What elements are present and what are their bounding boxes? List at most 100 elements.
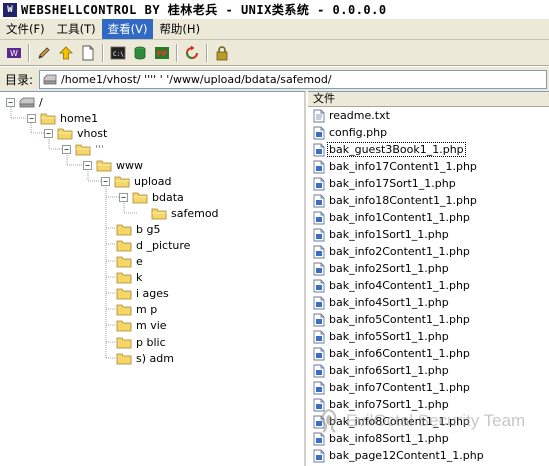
tree-node-folder[interactable]: − home1 xyxy=(27,110,98,126)
file-row[interactable]: config.php xyxy=(308,124,549,141)
up-button[interactable] xyxy=(55,42,77,64)
file-row[interactable]: readme.txt xyxy=(308,107,549,124)
file-row[interactable]: bak_info1Content1_1.php xyxy=(308,209,549,226)
menu-view[interactable]: 查看(V) xyxy=(101,19,154,39)
tree-node-folder[interactable]: d _picture xyxy=(116,237,190,253)
file-row[interactable]: bak_info7Sort1_1.php xyxy=(308,396,549,413)
tree-label: i ages xyxy=(136,286,169,300)
menu-bar: 文件(F) 工具(T) 查看(V) 帮助(H) xyxy=(0,19,549,40)
file-name: bak_info2Sort1_1.php xyxy=(329,262,449,275)
file-name: bak_info2Content1_1.php xyxy=(329,245,470,258)
tree-node-folder[interactable]: s) adm xyxy=(116,350,174,366)
logo-button[interactable]: W xyxy=(3,42,25,64)
tree-node-folder[interactable]: k xyxy=(116,269,142,285)
ftp-button[interactable]: FP xyxy=(151,42,173,64)
folder-icon xyxy=(116,304,132,315)
php-file-icon xyxy=(313,398,325,411)
file-row[interactable]: bak_info5Content1_1.php xyxy=(308,311,549,328)
collapse-toggle[interactable]: − xyxy=(101,176,110,186)
pencil-icon xyxy=(38,46,50,59)
php-file-icon xyxy=(313,330,325,343)
tree-node-folder[interactable]: − vhost xyxy=(44,125,107,141)
file-name: bak_info8Sort1_1.php xyxy=(329,432,449,445)
file-row[interactable]: bak_info6Content1_1.php xyxy=(308,345,549,362)
tree-node-folder[interactable]: − www xyxy=(83,157,143,173)
file-row[interactable]: bak_info7Content1_1.php xyxy=(308,379,549,396)
collapse-toggle[interactable]: − xyxy=(44,128,53,138)
folder-icon xyxy=(116,224,132,235)
file-row[interactable]: bak_info5Sort1_1.php xyxy=(308,328,549,345)
folder-tree[interactable]: − / − home1 − vhost − ''' − www − upload… xyxy=(0,91,306,466)
tree-node-folder-selected[interactable]: safemod xyxy=(151,205,219,221)
window-title: WEBSHELLCONTROL BY 桂林老兵 - UNIX类系统 - 0.0.… xyxy=(21,3,387,17)
menu-tools[interactable]: 工具(T) xyxy=(51,19,102,39)
file-row[interactable]: bak_info1Sort1_1.php xyxy=(308,226,549,243)
file-name: bak_info4Sort1_1.php xyxy=(329,296,449,309)
tree-node-folder[interactable]: m p xyxy=(116,301,157,317)
folder-icon xyxy=(116,240,132,251)
tree-node-folder[interactable]: e xyxy=(116,253,143,269)
collapse-toggle[interactable]: − xyxy=(62,144,71,154)
collapse-toggle[interactable]: − xyxy=(119,192,128,202)
tree-node-folder[interactable]: − ''' xyxy=(62,141,104,157)
collapse-toggle[interactable]: − xyxy=(27,113,36,123)
php-file-icon xyxy=(313,262,325,275)
folder-open-icon xyxy=(96,160,112,171)
file-name: bak_info7Sort1_1.php xyxy=(329,398,449,411)
collapse-toggle[interactable]: − xyxy=(6,97,15,107)
tree-node-folder[interactable]: − bdata xyxy=(119,189,184,205)
folder-open-icon xyxy=(151,208,167,219)
php-file-icon xyxy=(313,449,325,462)
cmd-button[interactable]: C:\ xyxy=(107,42,129,64)
tree-label: upload xyxy=(134,174,172,188)
toolbar-separator xyxy=(28,43,30,62)
tree-node-folder[interactable]: − upload xyxy=(101,173,171,189)
tree-label: e xyxy=(136,254,143,268)
php-file-icon xyxy=(313,313,325,326)
database-button[interactable] xyxy=(129,42,151,64)
lock-icon xyxy=(216,45,228,60)
menu-file[interactable]: 文件(F) xyxy=(0,19,51,39)
collapse-toggle[interactable]: − xyxy=(83,160,92,170)
edit-button[interactable] xyxy=(33,42,55,64)
new-file-button[interactable] xyxy=(77,42,99,64)
file-row[interactable]: bak_info6Sort1_1.php xyxy=(308,362,549,379)
file-row[interactable]: bak_info8Content1_1.php xyxy=(308,413,549,430)
file-row[interactable]: bak_guest3Book1_1.php xyxy=(308,141,549,158)
tree-connector-lines xyxy=(10,107,138,359)
toolbar: W C:\ FP xyxy=(0,40,549,66)
file-name: bak_info5Sort1_1.php xyxy=(329,330,449,343)
refresh-button[interactable] xyxy=(181,42,203,64)
file-row[interactable]: bak_info4Sort1_1.php xyxy=(308,294,549,311)
file-name: bak_info18Content1_1.php xyxy=(329,194,477,207)
file-rows: readme.txt config.php bak_guest3Book1_1.ph… xyxy=(308,107,549,464)
svg-text:FP: FP xyxy=(157,50,167,58)
column-header-file[interactable]: 文件 xyxy=(308,92,549,107)
title-bar: W WEBSHELLCONTROL BY 桂林老兵 - UNIX类系统 - 0.… xyxy=(0,0,549,19)
file-name: bak_info17Content1_1.php xyxy=(329,160,477,173)
file-row[interactable]: bak_page12Content1_1.php xyxy=(308,447,549,464)
file-row[interactable]: bak_info4Content1_1.php xyxy=(308,277,549,294)
tree-node-folder[interactable]: m vie xyxy=(116,317,167,333)
logo-icon: W xyxy=(7,47,21,58)
file-row[interactable]: bak_info2Content1_1.php xyxy=(308,243,549,260)
folder-icon xyxy=(116,353,132,364)
address-input[interactable]: /home1/vhost/ '''' ' '/www/upload/bdata/… xyxy=(39,69,547,89)
file-list[interactable]: 文件 readme.txt config.php bak_guest3Book1_1… xyxy=(308,91,549,466)
tree-node-folder[interactable]: b g5 xyxy=(116,221,160,237)
file-name: bak_info4Content1_1.php xyxy=(329,279,470,292)
tree-node-root[interactable]: − / xyxy=(6,94,43,110)
file-name: bak_info8Content1_1.php xyxy=(329,415,470,428)
folder-icon xyxy=(116,272,132,283)
tree-node-folder[interactable]: p blic xyxy=(116,334,166,350)
ftp-icon: FP xyxy=(155,46,169,59)
file-row[interactable]: bak_info17Content1_1.php xyxy=(308,158,549,175)
file-row[interactable]: bak_info17Sort1_1.php xyxy=(308,175,549,192)
lock-button[interactable] xyxy=(211,42,233,64)
file-row[interactable]: bak_info8Sort1_1.php xyxy=(308,430,549,447)
menu-help[interactable]: 帮助(H) xyxy=(153,19,206,39)
file-row[interactable]: bak_info18Content1_1.php xyxy=(308,192,549,209)
terminal-icon: C:\ xyxy=(110,46,126,59)
file-row[interactable]: bak_info2Sort1_1.php xyxy=(308,260,549,277)
tree-node-folder[interactable]: i ages xyxy=(116,285,169,301)
